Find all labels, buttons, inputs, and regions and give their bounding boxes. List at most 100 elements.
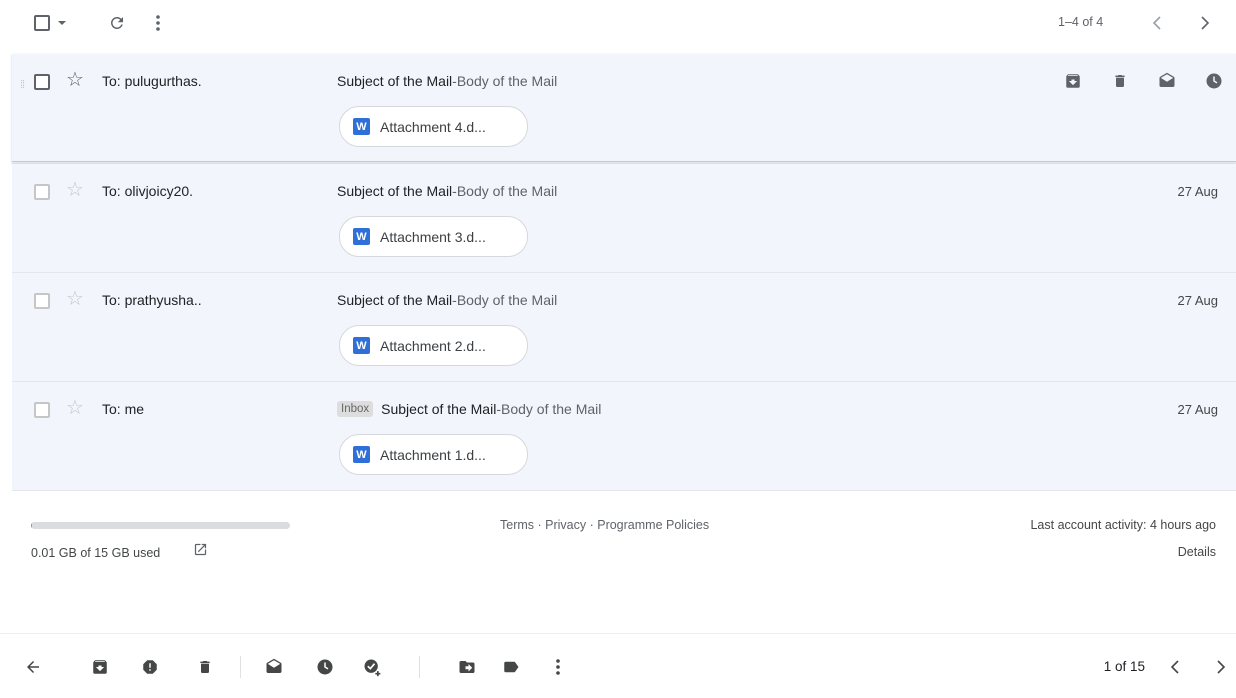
checkbox-icon (34, 74, 50, 90)
clock-icon (1206, 73, 1222, 89)
attachment-chip[interactable]: W Attachment 4.d... (339, 106, 528, 147)
refresh-icon (110, 16, 123, 29)
chevron-right-icon (1217, 660, 1226, 674)
trash-icon (200, 661, 210, 673)
privacy-link[interactable]: Privacy (545, 518, 586, 532)
caret-down-icon (58, 21, 66, 25)
more-vert-icon (156, 15, 160, 31)
toolbar-divider (240, 656, 241, 678)
snooze-button[interactable] (314, 656, 336, 678)
previous-message-button[interactable] (1164, 656, 1186, 678)
select-all-checkbox[interactable] (30, 13, 70, 33)
row-checkbox[interactable] (34, 402, 50, 418)
attachment-name: Attachment 1.d... (380, 446, 486, 463)
more-options-button[interactable] (150, 12, 166, 34)
thread-snippet: Body of the Mail (500, 401, 602, 417)
attachment-chip[interactable]: W Attachment 2.d... (339, 325, 528, 366)
row-checkbox[interactable] (34, 184, 50, 200)
row-checkbox[interactable] (34, 293, 50, 309)
storage-usage-bar (31, 522, 290, 529)
last-activity-text: Last account activity: 4 hours ago (1030, 518, 1216, 532)
toolbar-divider (419, 656, 420, 678)
thread-subject: Subject of the Mail (337, 292, 453, 308)
open-in-new-icon (194, 543, 207, 556)
more-vert-icon (556, 659, 560, 675)
mark-unread-button[interactable] (263, 656, 285, 678)
newer-button[interactable] (1147, 12, 1167, 34)
thread-row[interactable]: ⁞⁞ ☆ To: pulugurthas. Subject of the Mai… (12, 54, 1236, 163)
thread-date: 27 Aug (1177, 184, 1219, 199)
older-button[interactable] (1195, 12, 1215, 34)
star-icon[interactable]: ☆ (66, 397, 84, 419)
thread-recipient: To: pulugurthas. (102, 73, 202, 89)
checkbox-icon (34, 15, 50, 31)
attachment-name: Attachment 2.d... (380, 337, 486, 354)
archive-button[interactable] (1063, 71, 1083, 91)
word-doc-icon: W (353, 228, 370, 245)
checkbox-icon (34, 184, 50, 200)
mark-read-button[interactable] (1157, 71, 1177, 91)
chevron-left-icon (1152, 16, 1161, 30)
report-spam-button[interactable] (139, 656, 161, 678)
more-options-button[interactable] (547, 656, 569, 678)
attachment-chip[interactable]: W Attachment 3.d... (339, 216, 528, 257)
archive-button[interactable] (89, 656, 111, 678)
arrow-back-icon (27, 661, 39, 673)
thread-row[interactable]: ☆ To: me Inbox Subject of the Mail - Body… (12, 382, 1236, 491)
thread-snippet: Body of the Mail (456, 183, 558, 199)
star-icon[interactable]: ☆ (66, 288, 84, 310)
inbox-label-badge[interactable]: Inbox (337, 401, 374, 417)
add-to-tasks-button[interactable] (361, 656, 383, 678)
terms-link[interactable]: Terms (500, 518, 534, 532)
bottom-action-bar: 1 of 15 (0, 633, 1236, 698)
star-icon[interactable]: ☆ (66, 179, 84, 201)
thread-recipient: To: prathyusha.. (102, 292, 202, 308)
archive-icon (93, 660, 107, 674)
storage-usage-text: 0.01 GB of 15 GB used (31, 546, 161, 560)
next-message-button[interactable] (1210, 656, 1232, 678)
archive-icon (1066, 74, 1080, 88)
thread-snippet: Body of the Mail (456, 73, 558, 89)
delete-button[interactable] (1110, 71, 1130, 91)
thread-row[interactable]: ☆ To: olivjoicy20. Subject of the Mail -… (12, 164, 1236, 273)
snooze-button[interactable] (1204, 71, 1224, 91)
star-icon[interactable]: ☆ (66, 69, 84, 91)
delete-button[interactable] (194, 656, 216, 678)
programme-policies-link[interactable]: Programme Policies (597, 518, 709, 532)
details-link[interactable]: Details (1178, 545, 1216, 559)
thread-subject-line: Inbox Subject of the Mail - Body of the M… (337, 401, 601, 417)
thread-date: 27 Aug (1177, 293, 1219, 308)
trash-icon (1115, 75, 1125, 87)
labels-button[interactable] (500, 656, 522, 678)
move-to-button[interactable] (456, 656, 478, 678)
thread-subject-line: Subject of the Mail - Body of the Mail (337, 183, 557, 199)
row-hover-actions (1063, 71, 1224, 91)
thread-row[interactable]: ☆ To: prathyusha.. Subject of the Mail -… (12, 273, 1236, 382)
thread-subject-line: Subject of the Mail - Body of the Mail (337, 292, 557, 308)
clock-icon (317, 659, 333, 675)
attachment-name: Attachment 3.d... (380, 228, 486, 245)
attachment-chip[interactable]: W Attachment 1.d... (339, 434, 528, 475)
thread-subject: Subject of the Mail (381, 401, 497, 417)
mark-read-icon (1159, 72, 1175, 87)
thread-subject-line: Subject of the Mail - Body of the Mail (337, 73, 557, 89)
thread-recipient: To: olivjoicy20. (102, 183, 194, 199)
back-button[interactable] (22, 656, 44, 678)
link-separator: · (534, 518, 546, 532)
thread-date: 27 Aug (1177, 402, 1219, 417)
move-to-folder-icon (459, 661, 475, 673)
footer-links: Terms · Privacy · Programme Policies (500, 518, 709, 532)
refresh-button[interactable] (106, 12, 128, 34)
word-doc-icon: W (353, 118, 370, 135)
word-doc-icon: W (353, 446, 370, 463)
thread-subject: Subject of the Mail (337, 183, 453, 199)
row-checkbox[interactable] (34, 74, 50, 90)
manage-storage-link[interactable] (193, 542, 208, 562)
thread-subject: Subject of the Mail (337, 73, 453, 89)
checkbox-icon (34, 402, 50, 418)
drag-handle-icon[interactable]: ⁞⁞ (20, 79, 25, 91)
pagination-text: 1–4 of 4 (1058, 15, 1104, 29)
report-spam-icon (143, 660, 157, 674)
mark-read-icon (266, 658, 282, 673)
thread-recipient: To: me (102, 401, 145, 417)
